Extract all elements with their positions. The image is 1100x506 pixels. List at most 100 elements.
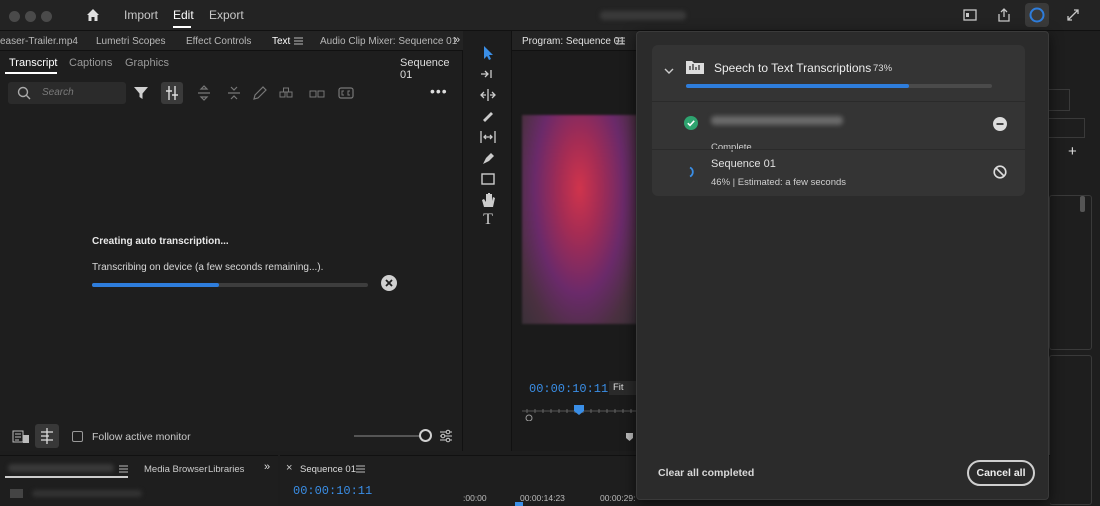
align-icon[interactable] [161, 82, 183, 104]
sync-transcript-button[interactable] [35, 424, 59, 448]
more-tabs-icon[interactable]: » [454, 34, 460, 46]
pen-tool-icon[interactable] [478, 149, 498, 167]
add-icon[interactable]: + [1068, 143, 1077, 160]
tab-sequence[interactable]: Sequence 01 [300, 464, 356, 475]
more-panels-icon[interactable]: » [264, 461, 270, 473]
progress-indicator-button[interactable] [1025, 3, 1049, 27]
program-monitor: Program: Sequence 01 00:00:10:11 Fit [511, 31, 637, 451]
hand-tool-icon[interactable] [478, 191, 498, 209]
in-progress-item-name: Sequence 01 [711, 158, 776, 170]
transcription-group-card: Speech to Text Transcriptions 73% Comple… [652, 45, 1025, 196]
chevron-down-icon[interactable] [664, 67, 674, 75]
type-tool-icon[interactable]: T [478, 211, 498, 229]
subtab-transcript[interactable]: Transcript [9, 57, 58, 69]
completed-item-name [711, 116, 843, 125]
split-icon[interactable] [195, 84, 213, 102]
tools-panel: T [474, 40, 502, 450]
subtab-graphics[interactable]: Graphics [125, 57, 169, 69]
tab-text[interactable]: Text [272, 36, 290, 47]
minimize-window-button[interactable] [25, 11, 36, 22]
zoom-slider-handle[interactable] [419, 429, 432, 442]
completed-item-status: Complete [711, 142, 752, 153]
tab-lumetri-scopes[interactable]: Lumetri Scopes [96, 36, 165, 47]
fit-dropdown[interactable]: Fit [609, 381, 637, 395]
razor-tool-icon[interactable] [478, 107, 498, 125]
right-panel-field-2[interactable] [1049, 118, 1085, 138]
cancel-item-icon[interactable] [993, 165, 1007, 179]
text-panel: easer-Trailer.mp4 Lumetri Scopes Effect … [0, 31, 463, 451]
right-panel: + [1049, 31, 1100, 505]
right-panel-field[interactable] [1049, 89, 1070, 111]
fullscreen-icon[interactable] [1065, 7, 1081, 23]
group-icon[interactable] [308, 84, 326, 102]
clear-all-completed-button[interactable]: Clear all completed [658, 467, 754, 479]
transcript-view-icon[interactable] [12, 429, 30, 445]
close-window-button[interactable] [9, 11, 20, 22]
close-icon [385, 279, 393, 287]
cancel-all-button[interactable]: Cancel all [967, 460, 1035, 486]
loading-spinner-icon [689, 166, 694, 178]
tab-audio-clip-mixer[interactable]: Audio Clip Mixer: Sequence 01 [320, 36, 457, 47]
tab-effect-controls[interactable]: Effect Controls [186, 36, 251, 47]
filter-icon[interactable] [132, 84, 150, 102]
sequence-menu-icon[interactable] [356, 465, 365, 473]
speech-to-text-icon [686, 61, 704, 74]
captions-icon[interactable] [337, 84, 355, 102]
selection-tool-icon[interactable] [478, 44, 498, 62]
timeline-timecode[interactable]: 00:00:10:11 [293, 484, 372, 498]
panel-tab-row: easer-Trailer.mp4 Lumetri Scopes Effect … [0, 31, 463, 51]
menu-import[interactable]: Import [124, 8, 158, 22]
menu-edit-underline [173, 26, 191, 28]
right-panel-thumbnail-2[interactable] [1049, 355, 1092, 505]
workspace-icon[interactable] [962, 7, 978, 23]
merge-icon[interactable] [225, 84, 243, 102]
cancel-transcription-button[interactable] [381, 275, 397, 291]
project-title [600, 11, 686, 20]
zoom-window-button[interactable] [41, 11, 52, 22]
sequence-label: Sequence 01 [400, 57, 450, 81]
menu-export[interactable]: Export [209, 8, 244, 22]
sync-icon [41, 428, 53, 444]
right-panel-scrollbar[interactable] [1080, 196, 1085, 212]
home-icon[interactable] [85, 7, 101, 23]
follow-monitor-checkbox[interactable] [72, 431, 83, 442]
marker-icon[interactable] [625, 432, 634, 442]
tab-menu-icon[interactable] [294, 37, 303, 45]
zoom-slider-track[interactable] [354, 435, 420, 437]
subtab-captions[interactable]: Captions [69, 57, 112, 69]
tab-source-clip[interactable]: easer-Trailer.mp4 [0, 36, 78, 47]
project-tab-title[interactable] [8, 464, 114, 472]
popup-title: Speech to Text Transcriptions [714, 61, 872, 75]
timeline-playhead[interactable] [515, 502, 523, 506]
share-icon[interactable] [996, 7, 1012, 23]
slip-tool-icon[interactable] [478, 128, 498, 146]
more-options-icon[interactable]: ••• [430, 83, 448, 99]
pencil-icon[interactable] [251, 84, 269, 102]
popup-percent: 73% [873, 63, 893, 74]
remove-item-icon[interactable] [993, 117, 1007, 131]
tab-libraries[interactable]: Libraries [208, 464, 244, 475]
program-time-ruler[interactable] [522, 403, 637, 421]
project-tab-underline [5, 476, 128, 478]
program-timecode[interactable]: 00:00:10:11 [529, 382, 608, 396]
transcription-progress-bar [92, 283, 368, 287]
track-select-tool-icon[interactable] [478, 65, 498, 83]
group-progress-bar [686, 84, 992, 88]
menu-edit[interactable]: Edit [173, 8, 194, 22]
ripple-edit-tool-icon[interactable] [478, 86, 498, 104]
subtab-underline [5, 72, 57, 74]
folder-icon[interactable] [10, 488, 24, 498]
settings-sliders-icon[interactable] [439, 429, 453, 443]
program-video-frame[interactable] [522, 115, 637, 324]
program-monitor-title[interactable]: Program: Sequence 01 [522, 36, 625, 47]
project-menu-icon[interactable] [119, 465, 128, 473]
rectangle-tool-icon[interactable] [478, 170, 498, 188]
divider [652, 101, 1025, 102]
speakers-icon[interactable] [277, 84, 295, 102]
transcript-search-input[interactable]: Search [8, 82, 126, 104]
program-monitor-header: Program: Sequence 01 [512, 31, 637, 51]
right-panel-thumbnail[interactable] [1049, 195, 1092, 350]
tab-media-browser[interactable]: Media Browser [144, 464, 207, 475]
program-menu-icon[interactable] [616, 37, 625, 45]
close-sequence-icon[interactable]: × [286, 462, 292, 474]
